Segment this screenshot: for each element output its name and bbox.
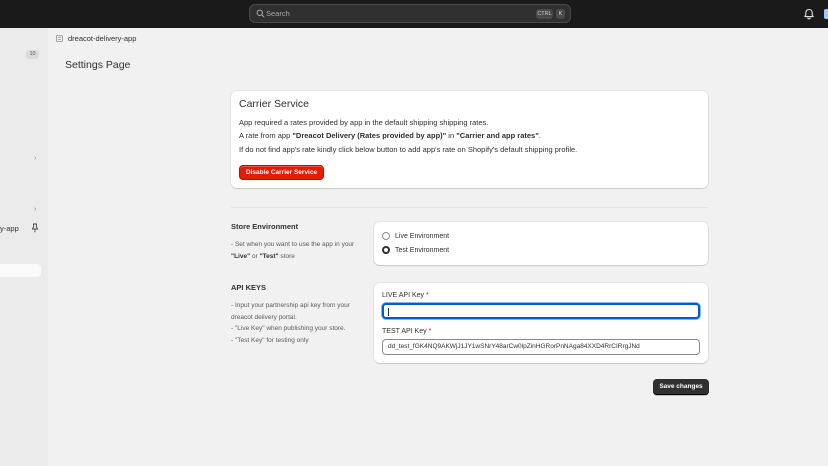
sidebar-item-app[interactable]: y-app bbox=[0, 224, 19, 233]
store-avatar[interactable] bbox=[824, 9, 828, 19]
radio-button[interactable] bbox=[382, 232, 390, 240]
radio-test-environment[interactable]: Test Environment bbox=[382, 245, 449, 255]
section-divider bbox=[231, 207, 708, 208]
carrier-line-2: A rate from app "Dreacot Delivery (Rates… bbox=[239, 131, 541, 140]
bell-icon[interactable] bbox=[803, 8, 815, 20]
api-keys-card: LIVE API Key * TEST API Key * dd_test_fG… bbox=[374, 283, 708, 363]
chevron-right-icon[interactable]: › bbox=[34, 206, 40, 213]
top-bar: Search CTRL K bbox=[0, 0, 828, 28]
search-bar[interactable]: Search CTRL K bbox=[249, 4, 571, 23]
live-api-key-label: LIVE API Key * bbox=[382, 292, 429, 299]
shortcut-k-key: K bbox=[556, 9, 565, 19]
live-api-key-input[interactable] bbox=[382, 303, 700, 319]
store-environment-desc: - Set when you want to use the app in yo… bbox=[231, 241, 355, 260]
search-icon bbox=[256, 9, 265, 18]
breadcrumb-app-name: dreacot-delivery-app bbox=[68, 34, 137, 43]
sidebar: 10 › › y-app bbox=[0, 28, 48, 466]
text-caret bbox=[388, 308, 389, 316]
store-environment-title: Store Environment bbox=[231, 222, 299, 231]
breadcrumb[interactable]: dreacot-delivery-app bbox=[56, 34, 136, 43]
page-title: Settings Page bbox=[65, 59, 131, 71]
save-changes-button[interactable]: Save changes bbox=[653, 379, 709, 395]
sidebar-item-selected[interactable] bbox=[0, 264, 41, 277]
carrier-line-1: App required a rates provided by app in … bbox=[239, 118, 489, 127]
api-keys-title: API KEYS bbox=[231, 283, 267, 292]
test-api-key-input[interactable]: dd_test_fGK4NQ9AKWjJ1JY1wSNrY48arCw0lpZi… bbox=[382, 339, 700, 355]
radio-live-environment[interactable]: Live Environment bbox=[382, 231, 449, 241]
radio-button-selected[interactable] bbox=[382, 246, 390, 254]
main-content: dreacot-delivery-app Settings Page Carri… bbox=[48, 28, 828, 466]
disable-carrier-service-button[interactable]: Disable Carrier Service bbox=[239, 165, 324, 180]
test-api-key-label: TEST API Key * bbox=[382, 328, 432, 335]
carrier-service-card: Carrier Service App required a rates pro… bbox=[231, 91, 708, 188]
carrier-line-3: If do not find app's rate kindly click b… bbox=[239, 145, 578, 154]
app-icon bbox=[56, 35, 63, 42]
api-keys-desc: - Input your partnership api key from yo… bbox=[231, 302, 350, 344]
search-placeholder: Search bbox=[266, 9, 290, 18]
shortcut-ctrl-key: CTRL bbox=[536, 9, 553, 19]
carrier-service-title: Carrier Service bbox=[239, 98, 310, 110]
sidebar-badge: 10 bbox=[26, 50, 39, 59]
chevron-right-icon[interactable]: › bbox=[34, 155, 40, 162]
pin-icon[interactable] bbox=[31, 223, 39, 233]
environment-card: Live Environment Test Environment bbox=[374, 222, 708, 265]
